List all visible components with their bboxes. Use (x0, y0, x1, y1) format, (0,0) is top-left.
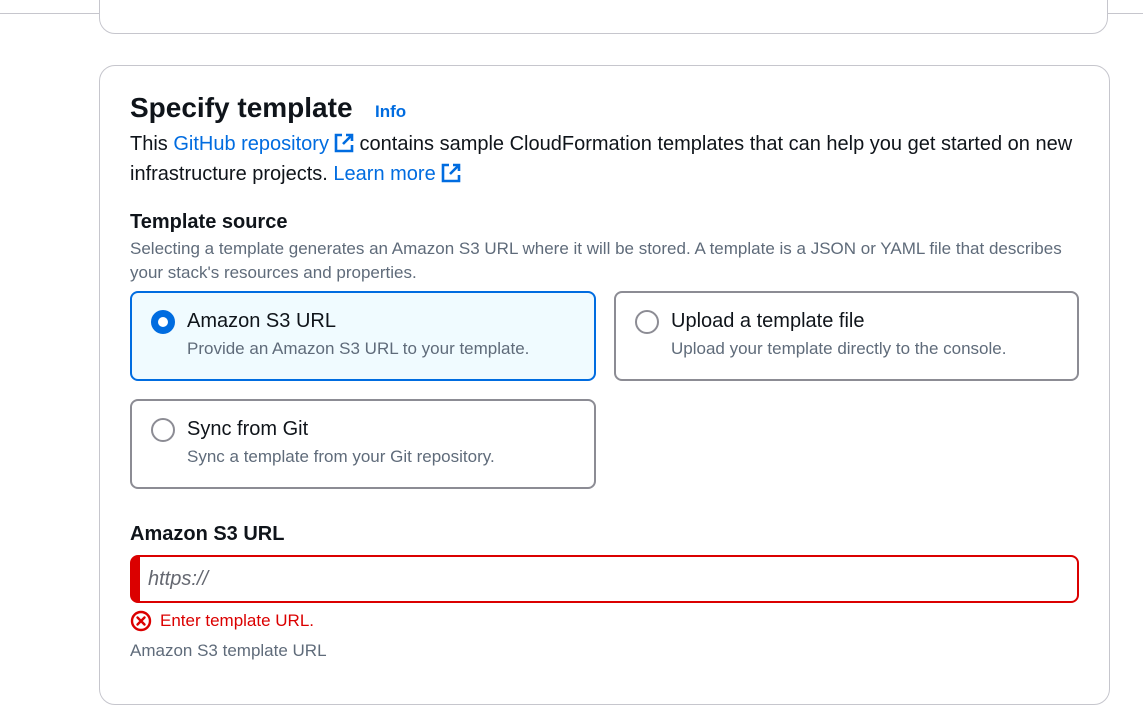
section-description: This GitHub repository contains sample C… (130, 129, 1090, 189)
amazon-s3-url-input[interactable] (148, 557, 1048, 601)
option-label: Upload a template file (671, 310, 865, 332)
github-repository-link-label: GitHub repository (173, 133, 329, 155)
validation-error: Enter template URL. (130, 609, 314, 633)
section-title: Specify template (130, 92, 353, 123)
error-message: Enter template URL. (160, 611, 315, 630)
external-link-icon (334, 133, 354, 153)
description-prefix: This (130, 133, 174, 155)
option-label: Sync from Git (187, 418, 309, 440)
radio-amazon-s3-url[interactable] (151, 310, 175, 334)
template-source-label: Template source (130, 211, 288, 233)
option-description: Upload your template directly to the con… (671, 339, 1007, 358)
learn-more-link[interactable]: Learn more (333, 163, 461, 185)
option-description: Provide an Amazon S3 URL to your templat… (187, 339, 530, 358)
option-label: Amazon S3 URL (187, 310, 336, 332)
github-repository-link[interactable]: GitHub repository (173, 133, 354, 155)
template-source-description: Selecting a template generates an Amazon… (130, 239, 1062, 282)
learn-more-link-label: Learn more (333, 163, 436, 185)
external-link-icon (441, 163, 461, 183)
radio-sync-from-git[interactable] (151, 418, 175, 442)
previous-section-container (99, 0, 1108, 34)
error-circle-x-icon (130, 610, 152, 632)
amazon-s3-url-label: Amazon S3 URL (130, 523, 285, 545)
info-link[interactable]: Info (375, 101, 406, 123)
option-upload-template-file[interactable]: Upload a template file Upload your templ… (614, 291, 1079, 381)
option-amazon-s3-url[interactable]: Amazon S3 URL Provide an Amazon S3 URL t… (130, 291, 596, 381)
option-sync-from-git[interactable]: Sync from Git Sync a template from your … (130, 399, 596, 489)
option-description: Sync a template from your Git repository… (187, 447, 495, 466)
amazon-s3-url-help: Amazon S3 template URL (130, 641, 327, 660)
radio-upload-template-file[interactable] (635, 310, 659, 334)
amazon-s3-url-field (130, 555, 1079, 603)
